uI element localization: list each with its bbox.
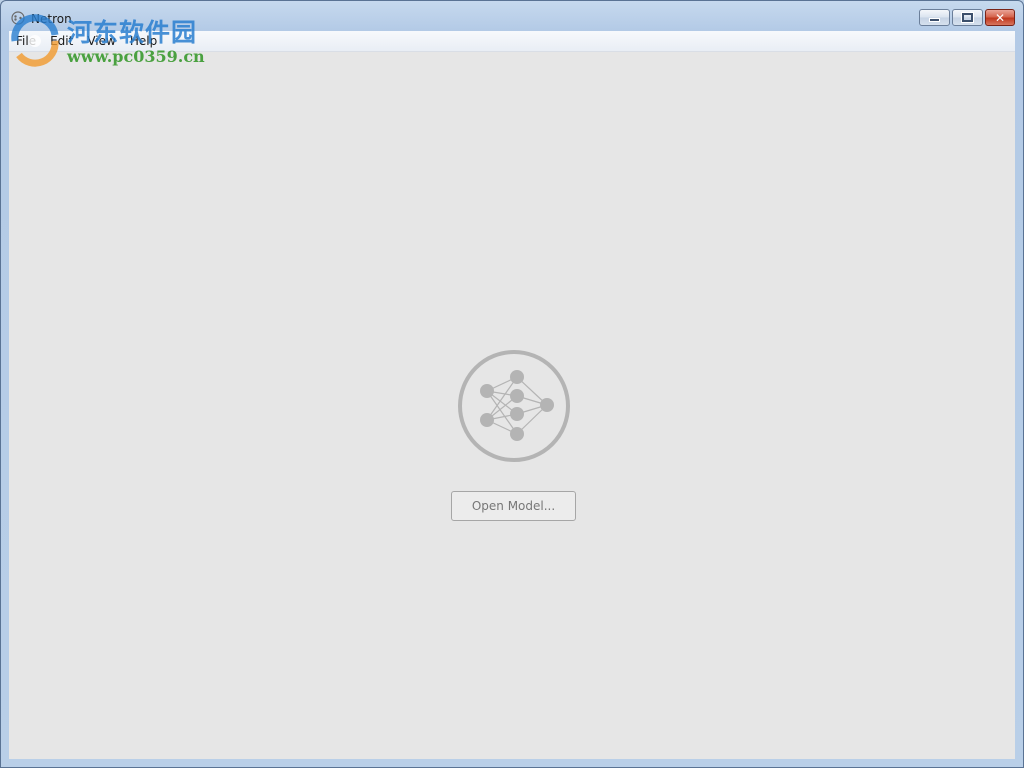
maximize-icon [962, 13, 973, 22]
menu-bar: File Edit View Help [9, 31, 1015, 52]
menu-item-file[interactable]: File [9, 34, 43, 48]
menu-item-edit[interactable]: Edit [43, 34, 80, 48]
main-content: Open Model... [9, 52, 1015, 759]
neural-network-logo-icon [458, 350, 570, 462]
title-bar[interactable]: Netron ✕ [1, 1, 1023, 31]
minimize-button[interactable] [919, 9, 950, 26]
window-controls: ✕ [917, 9, 1015, 28]
close-icon: ✕ [994, 10, 1006, 25]
open-model-button[interactable]: Open Model... [451, 491, 576, 521]
netron-app-icon [11, 11, 25, 25]
menu-item-view[interactable]: View [80, 34, 122, 48]
window-title: Netron [31, 12, 72, 26]
maximize-button[interactable] [952, 9, 983, 26]
minimize-icon [929, 18, 940, 22]
menu-item-help[interactable]: Help [123, 34, 164, 48]
close-button[interactable]: ✕ [985, 9, 1015, 26]
app-window: Netron ✕ File Edit View Help Open Model.… [0, 0, 1024, 768]
